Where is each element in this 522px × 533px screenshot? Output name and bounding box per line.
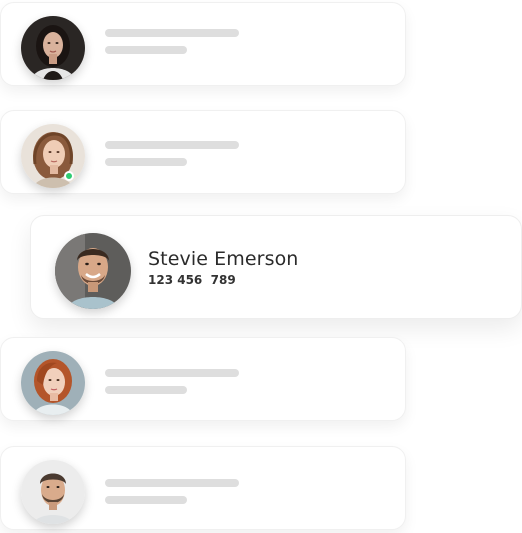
contact-name: Stevie Emerson	[148, 248, 299, 270]
detail-placeholder-bar	[105, 386, 187, 394]
name-placeholder-bar	[105, 369, 239, 377]
contact-list: Stevie Emerson 123 456 789	[0, 0, 522, 533]
online-status-icon	[64, 171, 74, 181]
contact-card-5[interactable]	[0, 446, 406, 530]
man-smiling-avatar-icon	[55, 233, 131, 309]
name-placeholder-bar	[105, 141, 239, 149]
woman-auburn-hair-avatar-icon	[21, 124, 85, 188]
woman-red-hair-avatar-icon	[21, 351, 85, 415]
contact-card-4[interactable]	[0, 337, 406, 421]
contact-card-2[interactable]	[0, 110, 406, 194]
man-beard-avatar-icon	[21, 460, 85, 524]
detail-placeholder-bar	[105, 158, 187, 166]
contact-phone: 123 456 789	[148, 273, 236, 287]
detail-placeholder-bar	[105, 46, 187, 54]
name-placeholder-bar	[105, 29, 239, 37]
detail-placeholder-bar	[105, 496, 187, 504]
contact-card-featured[interactable]: Stevie Emerson 123 456 789	[30, 215, 522, 319]
contact-card-1[interactable]	[0, 2, 406, 86]
name-placeholder-bar	[105, 479, 239, 487]
woman-dark-hair-avatar-icon	[21, 16, 85, 80]
